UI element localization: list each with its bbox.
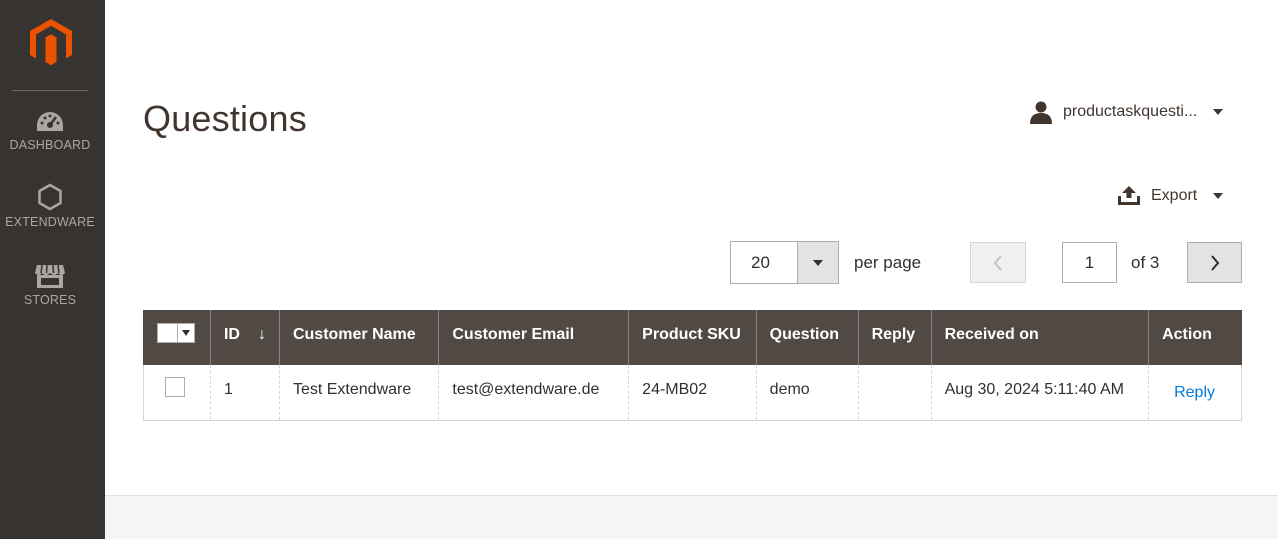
mass-select-dropdown[interactable]: [157, 322, 195, 343]
mass-select-toggle[interactable]: [178, 324, 194, 342]
column-header-customer-email[interactable]: Customer Email: [438, 310, 630, 365]
admin-user-name: productaskquesti...: [1063, 103, 1198, 120]
chevron-right-icon: [1210, 254, 1219, 271]
column-label: Product SKU: [642, 325, 741, 343]
chevron-down-icon: [182, 329, 190, 336]
sidebar-item-label: DASHBOARD: [9, 138, 91, 152]
export-button[interactable]: Export: [1117, 183, 1224, 209]
current-page-input[interactable]: 1: [1062, 242, 1117, 283]
export-icon: [1118, 186, 1140, 205]
page-title: Questions: [143, 98, 307, 139]
cell-id: 1: [209, 365, 280, 421]
per-page-select[interactable]: 20: [730, 241, 839, 284]
user-icon: [1030, 101, 1052, 124]
sidebar-divider: [12, 90, 88, 91]
column-label: Action: [1162, 325, 1212, 343]
column-label: Question: [769, 325, 840, 343]
cell-received-on: Aug 30, 2024 5:11:40 AM: [930, 365, 1149, 421]
dashboard-icon: [37, 112, 63, 131]
row-select-cell: [143, 365, 211, 421]
column-header-action: Action: [1148, 310, 1242, 365]
cell-customer-email: test@extendware.de: [438, 365, 629, 421]
column-label: Customer Email: [452, 325, 575, 343]
export-label: Export: [1151, 187, 1198, 204]
mass-select-checkbox[interactable]: [158, 323, 178, 342]
previous-page-button[interactable]: [970, 242, 1026, 283]
questions-grid: ID ↓ Customer Name Customer Email Product…: [143, 310, 1242, 421]
admin-sidebar: DASHBOARD EXTENDWARE STORES: [0, 0, 105, 539]
page-footer: [105, 495, 1278, 539]
per-page-toggle[interactable]: [797, 242, 838, 283]
chevron-down-icon: [1213, 109, 1224, 115]
total-pages-label: of 3: [1131, 253, 1160, 272]
sort-arrow-icon: ↓: [257, 325, 266, 343]
per-page-label: per page: [854, 253, 922, 272]
store-icon: [35, 264, 65, 288]
column-header-customer-name[interactable]: Customer Name: [278, 310, 440, 365]
chevron-left-icon: [993, 254, 1002, 271]
sidebar-item-dashboard[interactable]: DASHBOARD: [0, 110, 100, 152]
mass-select-header: [143, 310, 211, 365]
sidebar-item-label: EXTENDWARE: [5, 215, 95, 229]
column-header-reply[interactable]: Reply: [857, 310, 932, 365]
reply-link[interactable]: Reply: [1174, 384, 1215, 402]
next-page-button[interactable]: [1187, 242, 1242, 283]
sidebar-item-extendware[interactable]: EXTENDWARE: [0, 183, 100, 229]
hexagon-icon: [38, 183, 62, 211]
sidebar-item-label: STORES: [23, 293, 77, 307]
cell-reply: [857, 365, 932, 421]
cell-product-sku: 24-MB02: [628, 365, 757, 421]
admin-user-menu[interactable]: productaskquesti...: [1029, 98, 1224, 126]
chevron-down-icon: [1213, 193, 1224, 199]
cell-action: Reply: [1148, 365, 1242, 421]
grid-header-row: ID ↓ Customer Name Customer Email Product…: [143, 310, 1242, 365]
column-label: ID: [223, 325, 240, 343]
main-content: Questions productaskquesti... Export 20 …: [105, 0, 1278, 495]
column-header-received-on[interactable]: Received on: [930, 310, 1150, 365]
sidebar-item-stores[interactable]: STORES: [0, 263, 100, 307]
per-page-value: 20: [751, 252, 770, 272]
table-row: 1 Test Extendware test@extendware.de 24-…: [143, 365, 1242, 421]
magento-logo-icon[interactable]: [28, 18, 74, 68]
chevron-down-icon: [813, 259, 823, 266]
column-label: Received on: [944, 325, 1039, 343]
column-header-product-sku[interactable]: Product SKU: [628, 310, 757, 365]
cell-customer-name: Test Extendware: [278, 365, 439, 421]
column-label: Customer Name: [292, 325, 416, 343]
column-header-id[interactable]: ID ↓: [209, 310, 280, 365]
column-header-question[interactable]: Question: [755, 310, 859, 365]
row-checkbox[interactable]: [165, 377, 186, 398]
cell-question: demo: [755, 365, 859, 421]
column-label: Reply: [871, 325, 916, 343]
